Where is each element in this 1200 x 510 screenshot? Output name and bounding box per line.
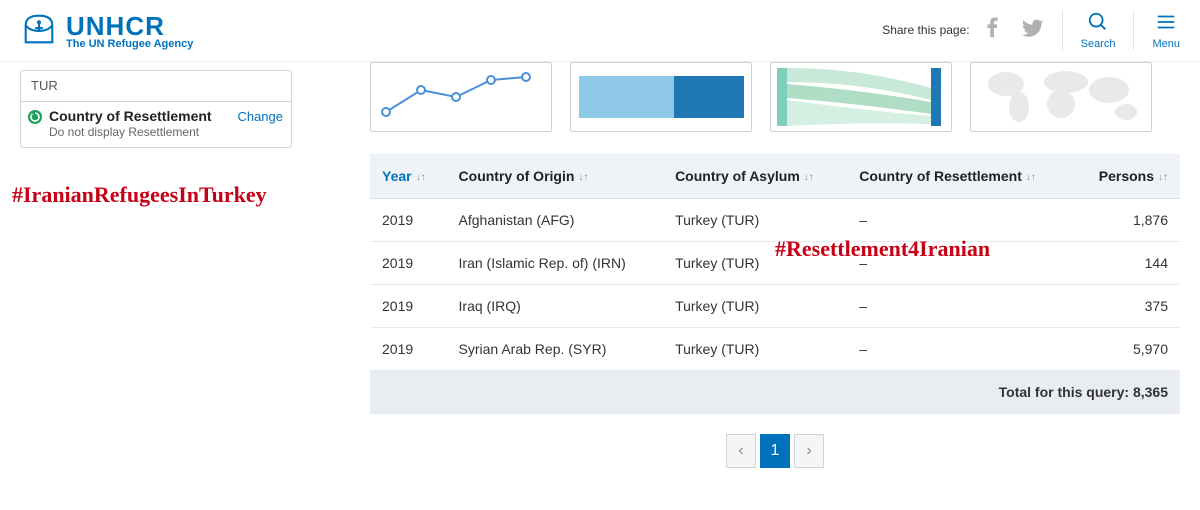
- separator: [1062, 10, 1063, 50]
- total-cell: Total for this query: 8,365: [370, 371, 1180, 414]
- col-asylum[interactable]: Country of Asylum↓↑: [663, 154, 847, 199]
- facebook-icon[interactable]: [982, 17, 1004, 44]
- reset-icon[interactable]: [27, 109, 43, 125]
- cell-persons: 1,876: [1074, 199, 1180, 242]
- main-area: TUR Country of Resettlement Change Do no…: [0, 62, 1200, 468]
- top-bar: UNHCR The UN Refugee Agency Share this p…: [0, 0, 1200, 62]
- chart-thumbnails: [370, 62, 1180, 132]
- logo-sub: The UN Refugee Agency: [66, 39, 193, 50]
- table-row: 2019 Iraq (IRQ) Turkey (TUR) – 375: [370, 285, 1180, 328]
- total-value: 8,365: [1133, 384, 1168, 400]
- logo-main: UNHCR: [66, 13, 193, 39]
- filter-tag-row: TUR: [21, 71, 291, 101]
- cell-persons: 5,970: [1074, 328, 1180, 371]
- hamburger-icon: [1155, 11, 1177, 36]
- pagination: ‹ 1 ›: [370, 434, 1180, 468]
- thumb-sankey[interactable]: [770, 62, 952, 132]
- cell-asylum: Turkey (TUR): [663, 328, 847, 371]
- filter-tag-tur[interactable]: TUR: [31, 78, 58, 93]
- cell-asylum: Turkey (TUR): [663, 285, 847, 328]
- cell-origin: Syrian Arab Rep. (SYR): [447, 328, 664, 371]
- overlay-hashtag-1: #IranianRefugeesInTurkey: [12, 182, 267, 208]
- share-label: Share this page:: [882, 23, 969, 37]
- pager-next[interactable]: ›: [794, 434, 824, 468]
- col-persons[interactable]: Persons↓↑: [1074, 154, 1180, 199]
- twitter-icon[interactable]: [1022, 17, 1044, 44]
- facet-resettlement: Country of Resettlement Change Do not di…: [21, 101, 291, 147]
- facet-title: Country of Resettlement: [49, 108, 212, 124]
- sidebar: TUR Country of Resettlement Change Do no…: [20, 62, 292, 468]
- cell-origin: Iran (Islamic Rep. of) (IRN): [447, 242, 664, 285]
- pager-prev[interactable]: ‹: [726, 434, 756, 468]
- cell-year: 2019: [370, 328, 447, 371]
- logo[interactable]: UNHCR The UN Refugee Agency: [20, 10, 193, 53]
- table-total-row: Total for this query: 8,365: [370, 371, 1180, 414]
- thumb-line-chart[interactable]: [370, 62, 552, 132]
- cell-year: 2019: [370, 199, 447, 242]
- pager-page-1[interactable]: 1: [760, 434, 790, 468]
- table-header-row: Year↓↑ Country of Origin↓↑ Country of As…: [370, 154, 1180, 199]
- separator: [1133, 10, 1134, 50]
- cell-persons: 375: [1074, 285, 1180, 328]
- cell-origin: Afghanistan (AFG): [447, 199, 664, 242]
- table-row: 2019 Syrian Arab Rep. (SYR) Turkey (TUR)…: [370, 328, 1180, 371]
- menu-button[interactable]: Menu: [1152, 11, 1180, 50]
- content-area: Year↓↑ Country of Origin↓↑ Country of As…: [292, 62, 1180, 468]
- sort-icon: ↓↑: [416, 172, 426, 183]
- search-label: Search: [1081, 38, 1116, 50]
- data-table: Year↓↑ Country of Origin↓↑ Country of As…: [370, 154, 1180, 414]
- sort-icon: ↓↑: [578, 172, 588, 183]
- logo-text: UNHCR The UN Refugee Agency: [66, 13, 193, 50]
- thumb-world-map[interactable]: [970, 62, 1152, 132]
- total-label: Total for this query:: [999, 384, 1129, 400]
- overlay-hashtag-2: #Resettlement4Iranian: [775, 236, 990, 262]
- sort-icon: ↓↑: [1026, 172, 1036, 183]
- search-button[interactable]: Search: [1081, 11, 1116, 50]
- col-origin[interactable]: Country of Origin↓↑: [447, 154, 664, 199]
- facet-sub-label: Do not display Resettlement: [49, 125, 283, 139]
- unhcr-logo-icon: [20, 10, 58, 53]
- filter-panel: TUR Country of Resettlement Change Do no…: [20, 70, 292, 148]
- col-year[interactable]: Year↓↑: [370, 154, 447, 199]
- thumb-stacked-bar[interactable]: [570, 62, 752, 132]
- cell-resettlement: –: [847, 285, 1074, 328]
- sort-icon: ↓↑: [1158, 172, 1168, 183]
- facet-change-link[interactable]: Change: [237, 109, 283, 124]
- cell-year: 2019: [370, 285, 447, 328]
- col-resettlement[interactable]: Country of Resettlement↓↑: [847, 154, 1074, 199]
- menu-label: Menu: [1152, 38, 1180, 50]
- cell-persons: 144: [1074, 242, 1180, 285]
- sort-icon: ↓↑: [804, 172, 814, 183]
- cell-resettlement: –: [847, 328, 1074, 371]
- cell-origin: Iraq (IRQ): [447, 285, 664, 328]
- search-icon: [1087, 11, 1109, 36]
- cell-year: 2019: [370, 242, 447, 285]
- top-right: Share this page: Search Menu: [882, 10, 1180, 50]
